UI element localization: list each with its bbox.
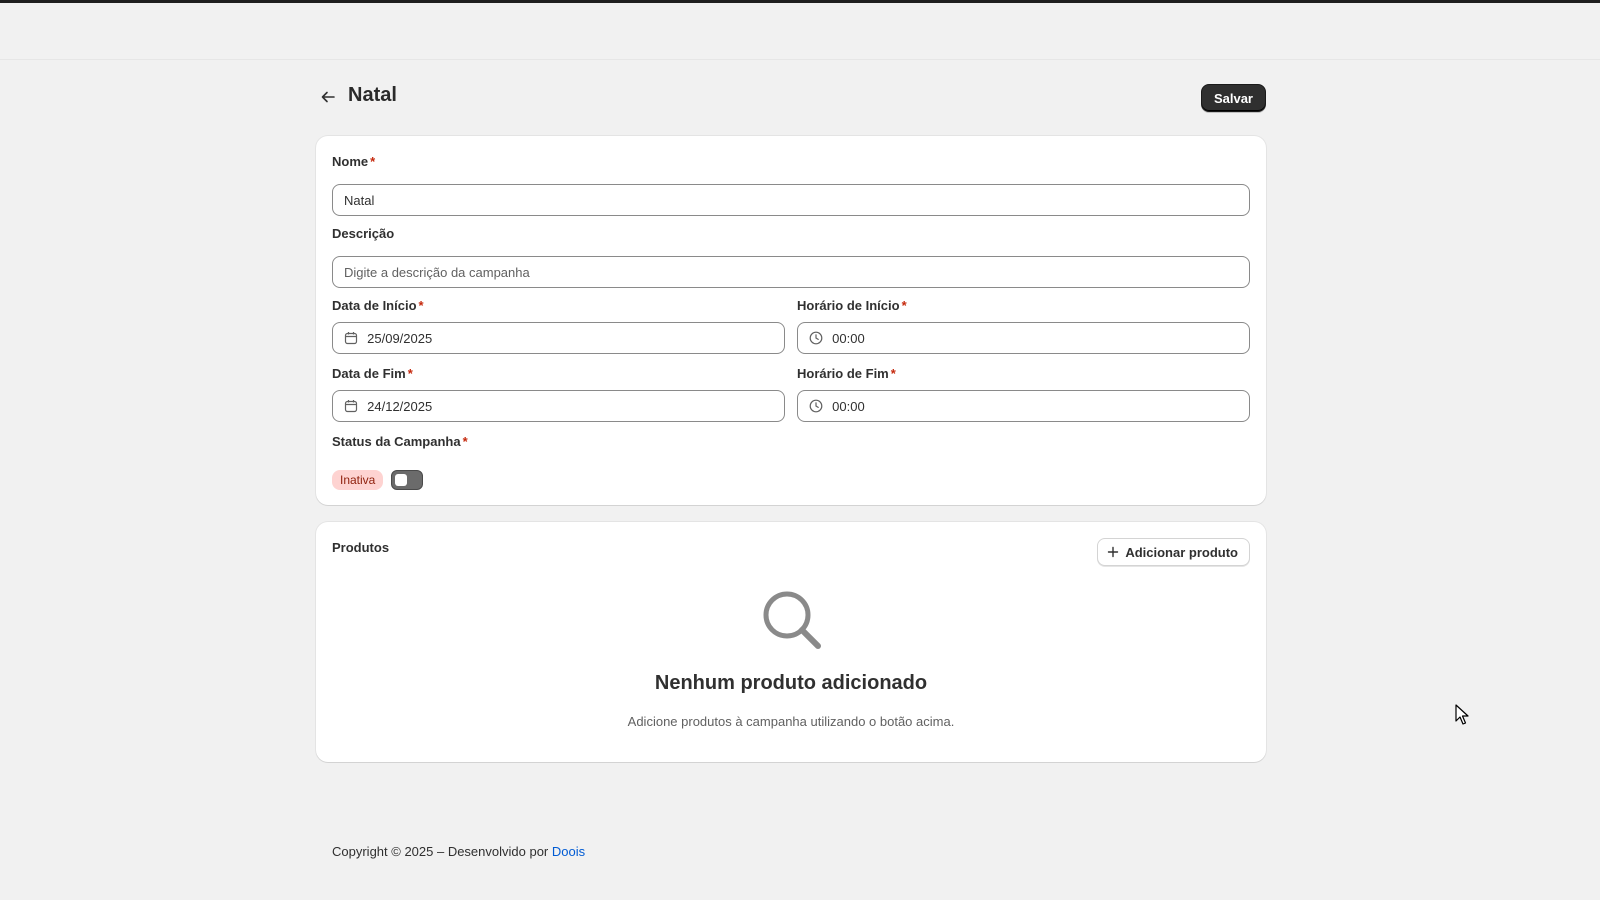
status-toggle[interactable]	[391, 470, 424, 490]
end-time-input-box	[797, 390, 1250, 422]
description-field: Descrição	[332, 226, 1250, 288]
start-time-label: Horário de Início *	[797, 298, 907, 313]
end-date-label: Data de Fim *	[332, 366, 413, 381]
arrow-left-icon	[321, 91, 335, 103]
end-time-label: Horário de Fim *	[797, 366, 896, 381]
footer-link[interactable]: Doois	[552, 844, 585, 859]
start-time-input[interactable]	[832, 330, 1238, 346]
start-time-field: Horário de Início *	[797, 298, 1250, 354]
status-label: Status da Campanha *	[332, 434, 468, 449]
calendar-icon	[344, 330, 359, 346]
page-header: Natal Salvar	[316, 82, 1266, 112]
plus-icon	[1107, 546, 1119, 558]
status-badge: Inativa	[332, 470, 384, 490]
end-time-field: Horário de Fim *	[797, 366, 1250, 422]
name-input[interactable]	[344, 192, 1238, 208]
start-date-label: Data de Início *	[332, 298, 424, 313]
toggle-knob	[395, 474, 408, 486]
add-product-button[interactable]: Adicionar produto	[1097, 538, 1250, 566]
end-date-field: Data de Fim *	[332, 366, 785, 422]
end-time-input[interactable]	[832, 398, 1238, 414]
empty-state-description: Adicione produtos à campanha utilizando …	[627, 714, 955, 729]
search-icon	[763, 591, 821, 649]
mouse-cursor-icon	[1455, 704, 1469, 725]
footer-text: Copyright © 2025 – Desenvolvido por	[332, 844, 549, 859]
name-label: Nome *	[332, 154, 376, 169]
save-button[interactable]: Salvar	[1200, 84, 1266, 112]
start-date-input[interactable]	[367, 330, 773, 346]
add-product-label: Adicionar produto	[1125, 544, 1238, 560]
start-date-field: Data de Início *	[332, 298, 785, 354]
start-date-input-box	[332, 322, 785, 354]
description-input-box	[332, 256, 1250, 288]
name-input-box	[332, 184, 1250, 216]
status-field: Status da Campanha *	[332, 434, 785, 452]
start-time-input-box	[797, 322, 1250, 354]
clock-icon	[809, 398, 824, 414]
products-card: Produtos Adicionar produto Nenhum produt…	[316, 522, 1266, 762]
calendar-icon	[344, 398, 359, 414]
empty-state-title: Nenhum produto adicionado	[654, 672, 928, 694]
top-bar	[0, 3, 1600, 60]
end-date-input-box	[332, 390, 785, 422]
status-row: Inativa	[332, 470, 424, 490]
end-date-input[interactable]	[367, 398, 773, 414]
campaign-form-card: Nome* Descrição Data de Início* Horário …	[316, 136, 1266, 505]
description-input[interactable]	[344, 264, 1238, 280]
footer: Copyright © 2025 – Desenvolvido por Dooi…	[332, 844, 585, 859]
name-field: Nome *	[332, 154, 1250, 216]
clock-icon	[809, 330, 824, 346]
products-title: Produtos	[332, 540, 390, 555]
description-label: Descrição	[332, 226, 395, 241]
back-button[interactable]	[316, 85, 340, 109]
page-title: Natal	[348, 84, 397, 106]
